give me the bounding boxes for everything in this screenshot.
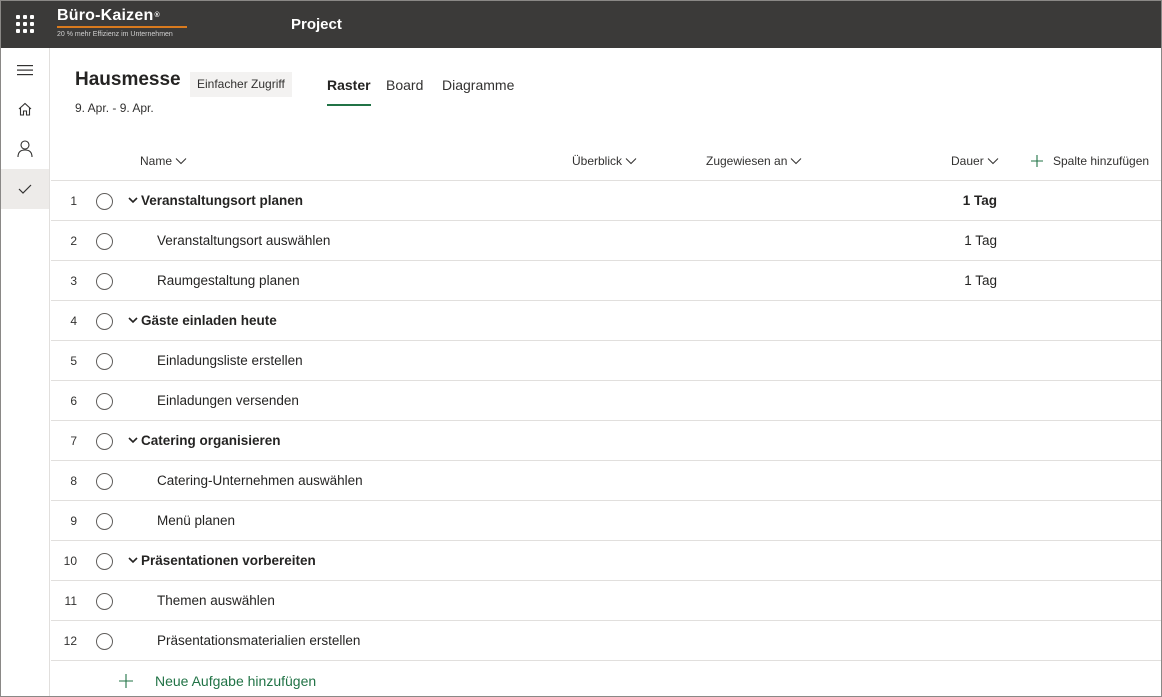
app-title[interactable]: Project <box>291 16 342 33</box>
task-complete-checkbox[interactable] <box>96 553 113 570</box>
collapse-chevron-icon[interactable] <box>128 315 138 325</box>
task-complete-checkbox[interactable] <box>96 633 113 650</box>
task-complete-checkbox[interactable] <box>96 473 113 490</box>
task-name[interactable]: Catering-Unternehmen auswählen <box>157 473 363 488</box>
chevron-down-icon <box>625 158 637 165</box>
task-complete-checkbox[interactable] <box>96 273 113 290</box>
column-header-duration[interactable]: Dauer <box>951 154 999 168</box>
task-row[interactable]: 3 Raumgestaltung planen 1 Tag <box>51 261 1161 301</box>
task-complete-checkbox[interactable] <box>96 233 113 250</box>
task-complete-checkbox[interactable] <box>96 313 113 330</box>
task-name[interactable]: Einladungsliste erstellen <box>157 353 303 368</box>
task-duration[interactable]: 1 Tag <box>963 193 997 208</box>
column-assigned-label: Zugewiesen an <box>706 154 788 168</box>
brand-tagline: 20 % mehr Effizienz im Unternehmen <box>57 31 173 38</box>
task-name[interactable]: Menü planen <box>157 513 235 528</box>
task-row[interactable]: 6 Einladungen versenden <box>51 381 1161 421</box>
task-number: 4 <box>70 314 77 328</box>
task-name[interactable]: Gäste einladen heute <box>141 313 277 328</box>
task-row[interactable]: 2 Veranstaltungsort auswählen 1 Tag <box>51 221 1161 261</box>
column-name-label: Name <box>140 154 173 168</box>
task-row-summary[interactable]: 4 Gäste einladen heute <box>51 301 1161 341</box>
registered-mark: ® <box>154 12 160 19</box>
add-task-label: Neue Aufgabe hinzufügen <box>155 673 317 689</box>
task-number: 3 <box>70 274 77 288</box>
task-row[interactable]: 12 Präsentationsmaterialien erstellen <box>51 621 1161 661</box>
task-number: 8 <box>70 474 77 488</box>
add-task-button[interactable]: Neue Aufgabe hinzufügen <box>119 673 316 689</box>
brand-logo: Büro-Kaizen® 20 % mehr Effizienz im Unte… <box>57 7 189 43</box>
plus-icon <box>1031 155 1043 167</box>
task-number: 5 <box>70 354 77 368</box>
app-launcher-icon[interactable] <box>16 15 34 33</box>
brand-underline <box>57 26 187 28</box>
project-title[interactable]: Hausmesse <box>75 69 181 91</box>
column-header-assigned[interactable]: Zugewiesen an <box>706 154 802 168</box>
task-name[interactable]: Veranstaltungsort planen <box>141 193 303 208</box>
task-complete-checkbox[interactable] <box>96 353 113 370</box>
collapse-chevron-icon[interactable] <box>128 435 138 445</box>
task-row[interactable]: 5 Einladungsliste erstellen <box>51 341 1161 381</box>
column-header-overview[interactable]: Überblick <box>572 154 637 168</box>
profile-button[interactable] <box>1 129 49 169</box>
brand-name: Büro-Kaizen <box>57 7 154 24</box>
person-icon <box>17 140 33 158</box>
task-number: 1 <box>70 194 77 208</box>
checkmark-icon <box>18 184 32 194</box>
tab-raster[interactable]: Raster <box>327 77 371 107</box>
top-bar: Büro-Kaizen® 20 % mehr Effizienz im Unte… <box>1 1 1161 48</box>
task-complete-checkbox[interactable] <box>96 193 113 210</box>
hamburger-icon <box>17 65 33 76</box>
task-name[interactable]: Raumgestaltung planen <box>157 273 300 288</box>
task-row-summary[interactable]: 10 Präsentationen vorbereiten <box>51 541 1161 581</box>
task-complete-checkbox[interactable] <box>96 513 113 530</box>
chevron-down-icon <box>791 158 802 165</box>
collapse-chevron-icon[interactable] <box>128 555 138 565</box>
menu-button[interactable] <box>1 50 49 90</box>
add-column-button[interactable]: Spalte hinzufügen <box>1031 154 1149 168</box>
task-name[interactable]: Präsentationsmaterialien erstellen <box>157 633 360 648</box>
task-row[interactable]: 11 Themen auswählen <box>51 581 1161 621</box>
task-name[interactable]: Präsentationen vorbereiten <box>141 553 316 568</box>
project-dates: 9. Apr. - 9. Apr. <box>75 101 154 115</box>
task-duration[interactable]: 1 Tag <box>964 273 997 288</box>
task-number: 9 <box>70 514 77 528</box>
chevron-down-icon <box>175 158 187 165</box>
task-number: 6 <box>70 394 77 408</box>
tab-board[interactable]: Board <box>386 77 423 107</box>
task-number: 2 <box>70 234 77 248</box>
column-duration-label: Dauer <box>951 154 984 168</box>
task-name[interactable]: Themen auswählen <box>157 593 275 608</box>
task-row[interactable]: 9 Menü planen <box>51 501 1161 541</box>
task-name[interactable]: Veranstaltungsort auswählen <box>157 233 330 248</box>
task-complete-checkbox[interactable] <box>96 593 113 610</box>
task-number: 7 <box>70 434 77 448</box>
collapse-chevron-icon[interactable] <box>128 195 138 205</box>
task-row-summary[interactable]: 1 Veranstaltungsort planen 1 Tag <box>51 181 1161 221</box>
task-complete-checkbox[interactable] <box>96 433 113 450</box>
left-rail <box>1 48 50 696</box>
task-number: 12 <box>63 634 77 648</box>
home-button[interactable] <box>1 89 49 129</box>
task-duration[interactable]: 1 Tag <box>964 233 997 248</box>
tasks-button[interactable] <box>1 169 49 209</box>
access-badge[interactable]: Einfacher Zugriff <box>190 72 292 97</box>
column-overview-label: Überblick <box>572 154 623 168</box>
task-complete-checkbox[interactable] <box>96 393 113 410</box>
column-header-name[interactable]: Name <box>140 154 187 168</box>
task-row[interactable]: 8 Catering-Unternehmen auswählen <box>51 461 1161 501</box>
task-number: 11 <box>64 594 77 608</box>
task-row-summary[interactable]: 7 Catering organisieren <box>51 421 1161 461</box>
task-name[interactable]: Catering organisieren <box>141 433 281 448</box>
task-number: 10 <box>63 554 77 568</box>
tab-diagramme[interactable]: Diagramme <box>442 77 514 107</box>
plus-icon <box>119 674 133 688</box>
task-name[interactable]: Einladungen versenden <box>157 393 299 408</box>
add-column-label: Spalte hinzufügen <box>1053 154 1150 168</box>
chevron-down-icon <box>987 158 999 165</box>
home-icon <box>18 102 32 116</box>
